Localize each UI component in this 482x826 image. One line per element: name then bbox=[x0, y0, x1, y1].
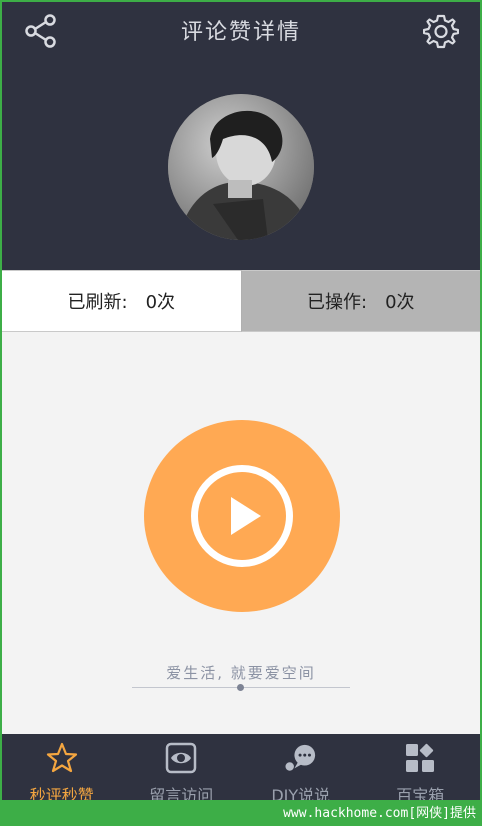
stats-bar: 已刷新: 0次 已操作: 0次 bbox=[2, 270, 480, 332]
tab-label: 百宝箱 bbox=[396, 786, 445, 800]
top-bar: 评论赞详情 bbox=[2, 2, 480, 58]
divider-dot bbox=[237, 684, 244, 691]
operated-stat: 已操作: 0次 bbox=[241, 270, 480, 332]
play-icon bbox=[231, 497, 261, 535]
star-icon bbox=[46, 742, 78, 774]
tab-label: 留言访问 bbox=[149, 786, 214, 800]
tab-message-visit[interactable]: 留言访问 bbox=[122, 734, 242, 800]
watermark: www.hackhome.com[网侠]提供 bbox=[283, 806, 476, 821]
app-screen: 评论赞详情 已刷新: 0次 已操作: 0次 爱生活, 就要爱空间 秒评秒赞 留言… bbox=[2, 2, 480, 800]
tab-diy-post[interactable]: DIY说说 bbox=[241, 734, 361, 800]
settings-button[interactable] bbox=[422, 12, 460, 50]
slogan: 爱生活, 就要爱空间 bbox=[166, 664, 316, 682]
tab-toolbox[interactable]: 百宝箱 bbox=[361, 734, 481, 800]
refreshed-stat: 已刷新: 0次 bbox=[2, 270, 242, 332]
header: 评论赞详情 bbox=[2, 2, 480, 270]
avatar-photo bbox=[168, 94, 314, 240]
refreshed-count: 0次 bbox=[145, 292, 176, 313]
bottom-tab-bar: 秒评秒赞 留言访问 DIY说说 百宝箱 bbox=[2, 734, 480, 800]
gear-icon bbox=[423, 14, 459, 49]
play-ring bbox=[191, 465, 293, 567]
page-title: 评论赞详情 bbox=[180, 20, 301, 45]
chat-icon bbox=[285, 742, 317, 774]
avatar[interactable] bbox=[168, 94, 314, 240]
operated-label: 已操作: bbox=[306, 292, 368, 313]
tab-label: DIY说说 bbox=[271, 786, 331, 800]
refreshed-label: 已刷新: bbox=[67, 292, 128, 313]
tab-label: 秒评秒赞 bbox=[29, 786, 94, 800]
operated-count: 0次 bbox=[385, 292, 415, 313]
tab-quick-comment-like[interactable]: 秒评秒赞 bbox=[2, 734, 122, 800]
play-button[interactable] bbox=[144, 420, 340, 612]
grid-icon bbox=[404, 742, 436, 774]
eye-icon bbox=[165, 742, 197, 774]
